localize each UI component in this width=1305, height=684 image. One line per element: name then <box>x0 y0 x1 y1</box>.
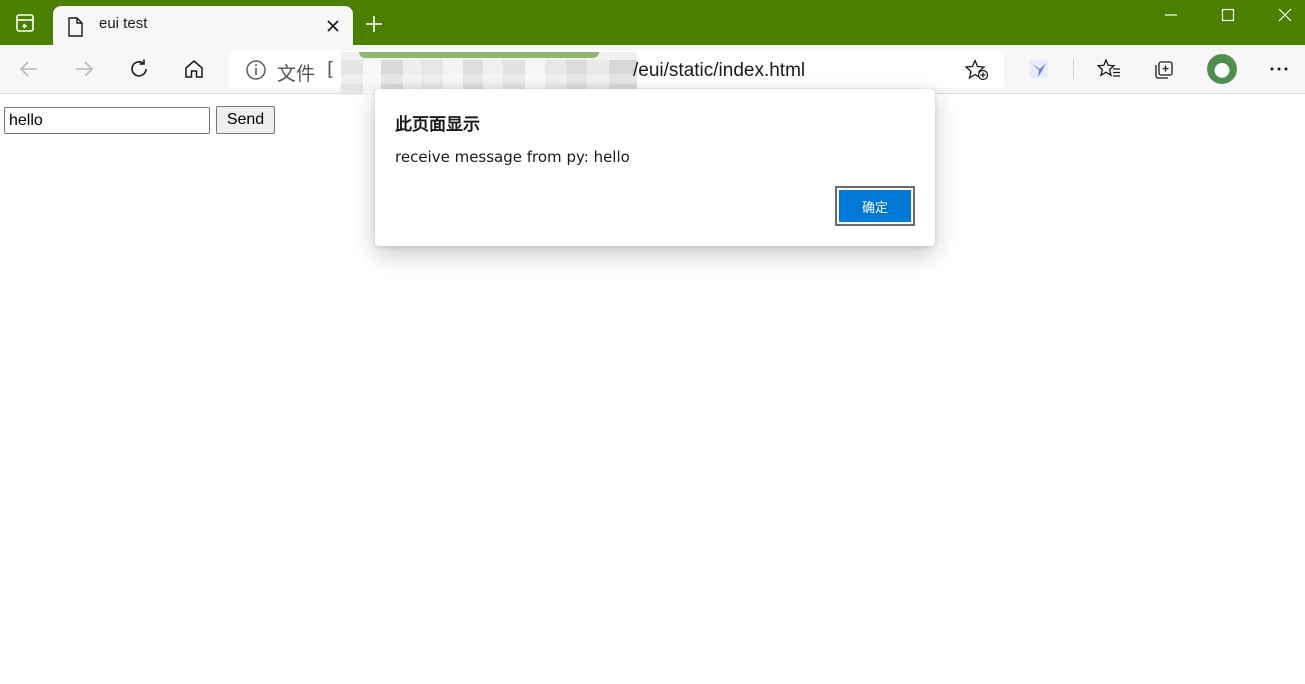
collections-button[interactable] <box>1150 55 1178 83</box>
minimize-button[interactable] <box>1143 0 1199 30</box>
message-input[interactable] <box>4 107 210 134</box>
forward-icon <box>76 61 94 77</box>
address-bar[interactable]: 文件 [ /eui/static/index.html <box>229 50 1004 96</box>
back-icon <box>19 61 37 77</box>
home-button[interactable] <box>180 55 208 83</box>
extension-icon <box>1030 60 1048 78</box>
close-tab-icon[interactable] <box>323 16 343 36</box>
minimize-icon <box>1165 14 1177 16</box>
ok-button[interactable]: 确定 <box>835 186 915 226</box>
tab-actions-icon <box>16 13 34 32</box>
refresh-icon <box>131 59 147 77</box>
collections-icon <box>1155 61 1173 79</box>
profile-avatar[interactable] <box>1207 54 1237 84</box>
dialog-title: 此页面显示 <box>395 115 480 135</box>
forward-button[interactable] <box>70 55 98 83</box>
extension-button[interactable] <box>1025 55 1053 83</box>
toolbar-divider <box>1073 59 1074 79</box>
refresh-button[interactable] <box>125 55 153 83</box>
close-window-button[interactable] <box>1257 0 1305 30</box>
close-window-icon <box>1278 8 1292 22</box>
browser-toolbar: 文件 [ /eui/static/index.html <box>0 45 1305 96</box>
address-scheme-label: 文件 <box>277 63 316 85</box>
dialog-message: receive message from py: hello <box>395 148 630 166</box>
maximize-icon <box>1221 8 1235 22</box>
send-button[interactable]: Send <box>216 106 275 134</box>
alert-dialog: 此页面显示 receive message from py: hello 确定 <box>375 89 935 246</box>
info-icon[interactable] <box>245 59 267 81</box>
address-url-path: /eui/static/index.html <box>633 60 806 81</box>
back-button[interactable] <box>15 55 43 83</box>
more-button[interactable] <box>1265 55 1293 83</box>
favorites-button[interactable] <box>1095 55 1123 83</box>
new-tab-icon[interactable] <box>362 12 386 36</box>
page-icon <box>68 17 83 37</box>
title-bar: eui test <box>0 0 1305 45</box>
add-favorite-icon[interactable] <box>965 59 989 81</box>
tab-title: eui test <box>99 15 148 32</box>
ok-button-label: 确定 <box>839 190 911 222</box>
address-bracket: [ <box>327 58 335 80</box>
tab-active[interactable]: eui test <box>53 6 353 45</box>
maximize-button[interactable] <box>1200 0 1256 30</box>
tab-actions-button[interactable] <box>0 0 50 45</box>
favorites-icon <box>1097 58 1120 77</box>
more-icon <box>1270 67 1288 71</box>
home-icon <box>185 60 203 78</box>
